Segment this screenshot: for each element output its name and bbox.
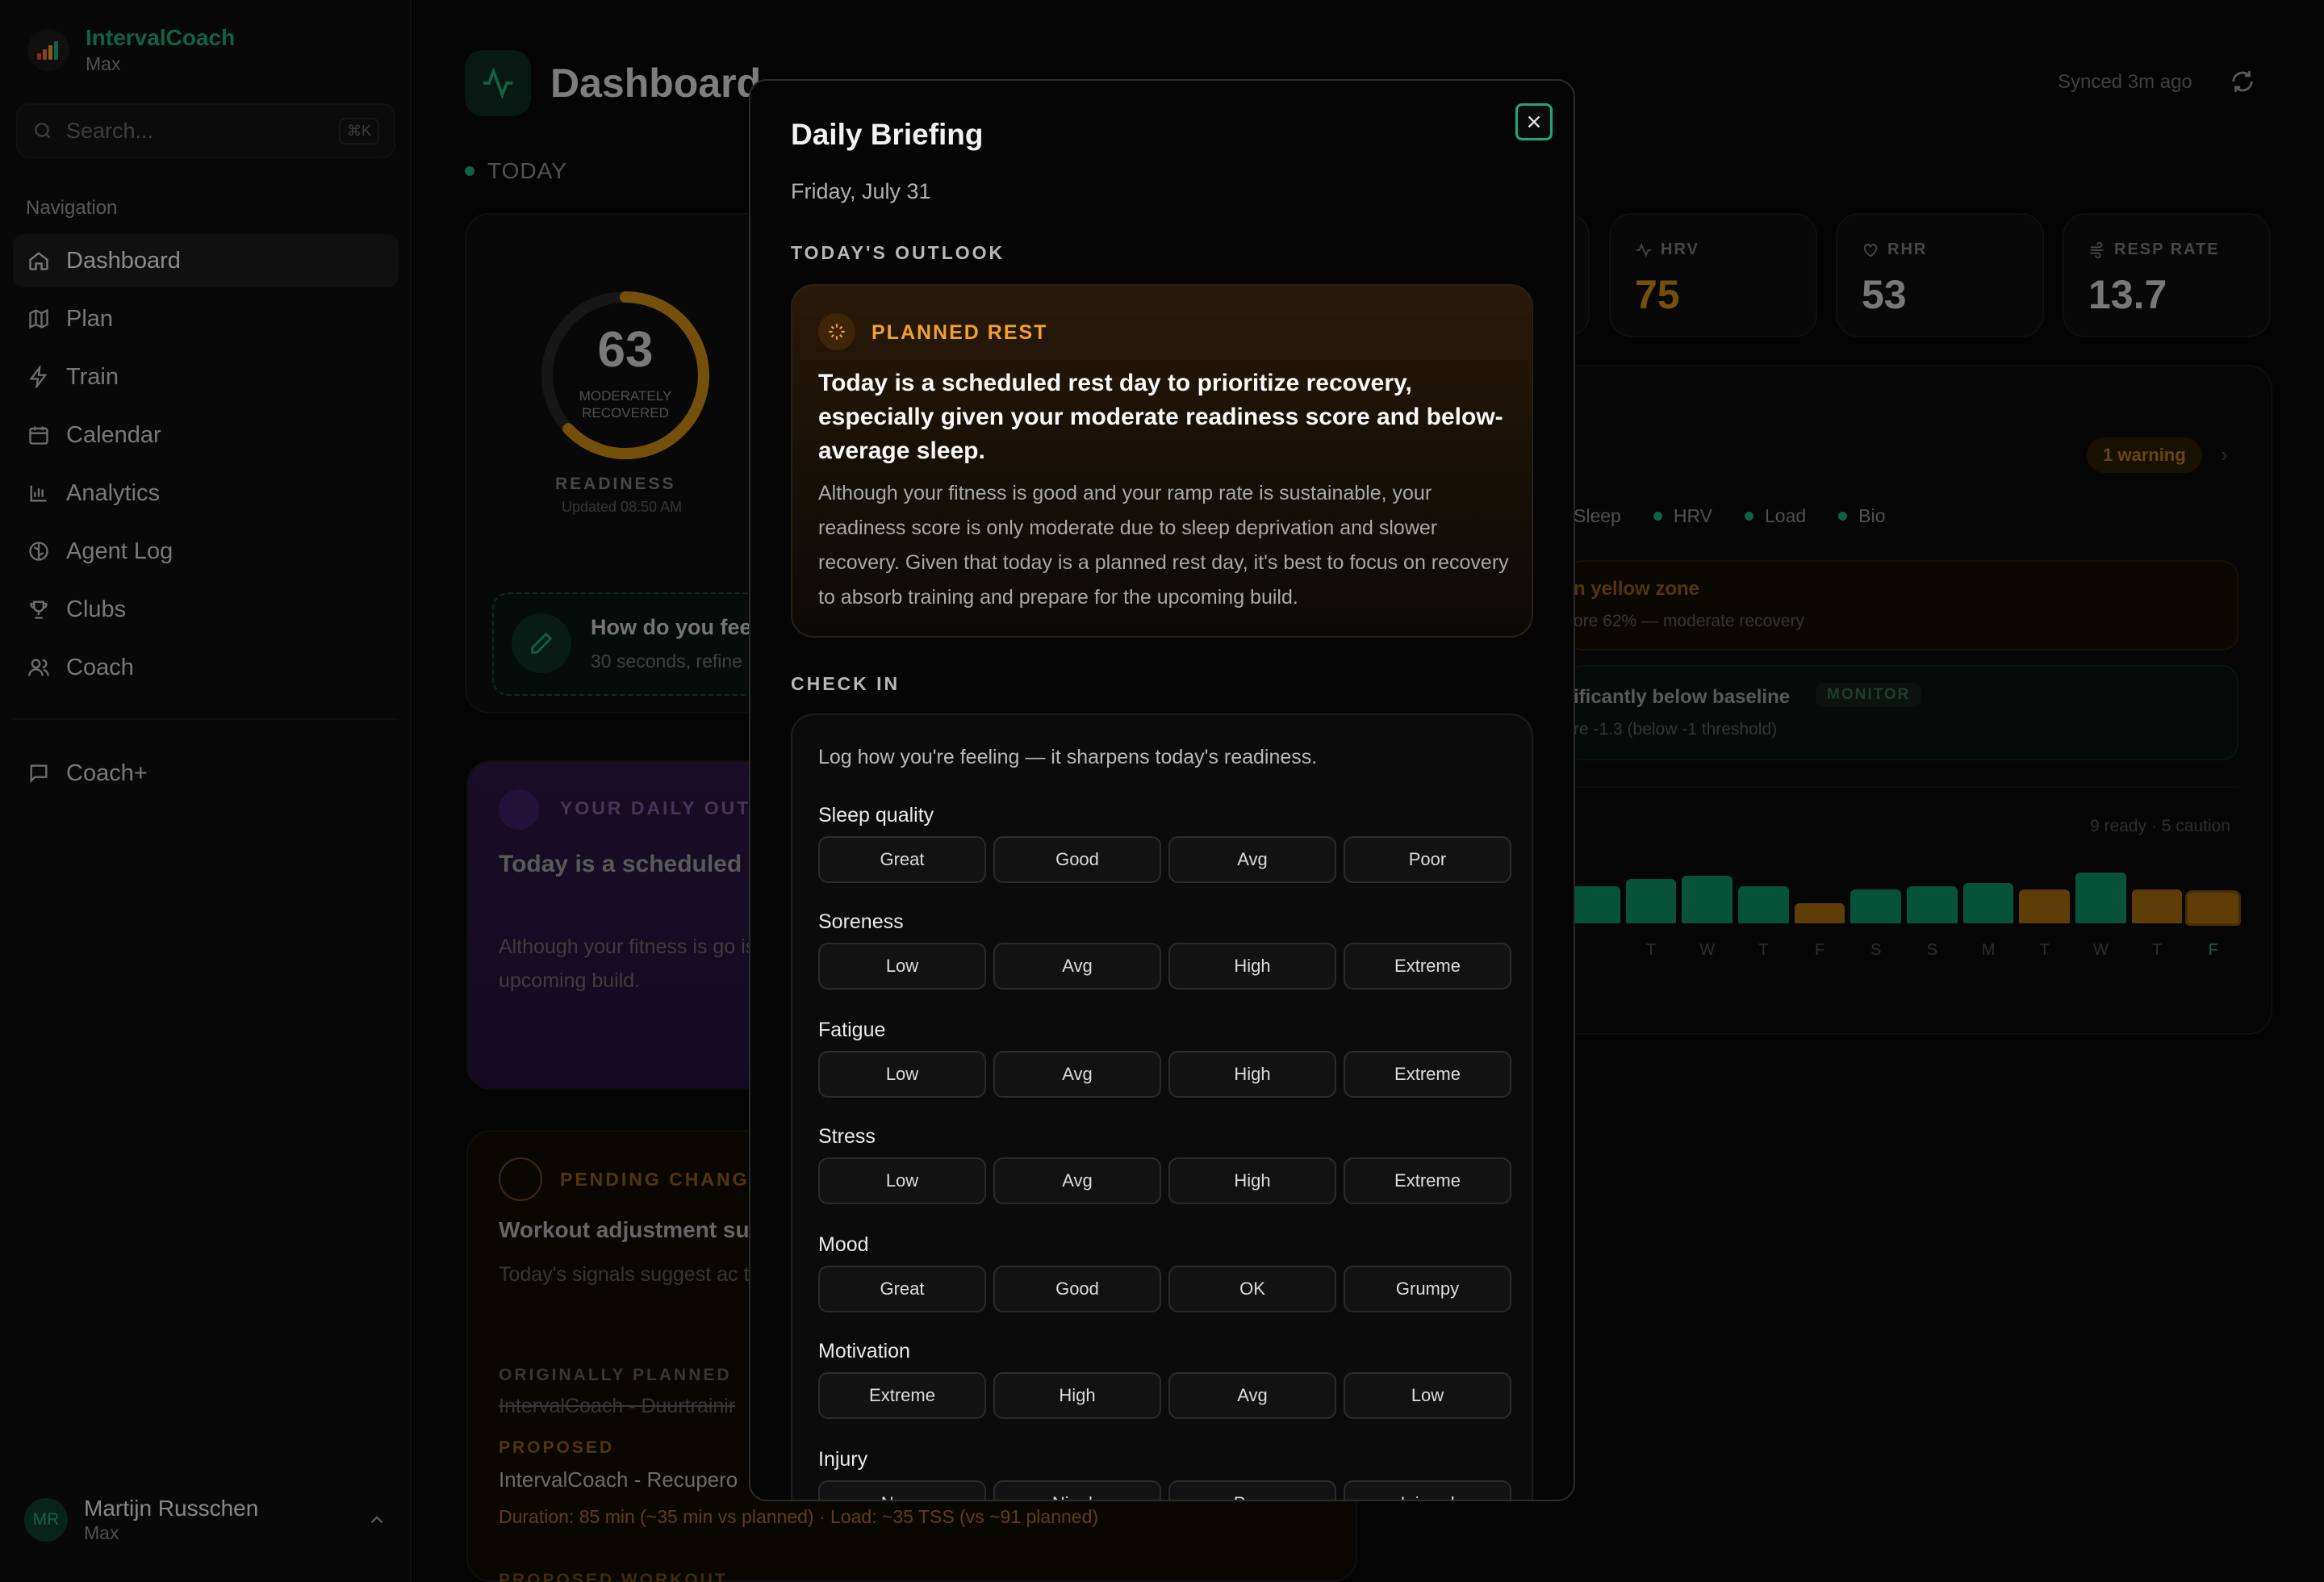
- checkin-intro: Log how you're feeling — it sharpens tod…: [818, 746, 1318, 768]
- option-group: Low Avg High Extreme: [818, 943, 1512, 990]
- option-button[interactable]: Avg: [1168, 836, 1336, 883]
- question-label: Fatigue: [818, 1019, 886, 1041]
- option-group: Low Avg High Extreme: [818, 1051, 1512, 1098]
- option-button[interactable]: Low: [818, 1157, 986, 1204]
- option-group: None Niggle Poor Injured: [818, 1480, 1512, 1500]
- option-group: Great Good Avg Poor: [818, 836, 1512, 883]
- outlook-heading: TODAY'S OUTLOOK: [791, 242, 1005, 263]
- question-stress: Stress Low Avg High Extreme: [818, 1125, 1512, 1204]
- option-button[interactable]: Extreme: [818, 1372, 986, 1419]
- option-button[interactable]: Poor: [1344, 836, 1511, 883]
- option-button[interactable]: Good: [993, 1266, 1161, 1312]
- option-button[interactable]: Niggle: [993, 1480, 1161, 1500]
- daily-briefing-modal: Daily Briefing Friday, July 31 TODAY'S O…: [749, 79, 1575, 1501]
- option-button[interactable]: Poor: [1168, 1480, 1336, 1500]
- modal-date: Friday, July 31: [791, 179, 931, 203]
- question-sleep-quality: Sleep quality Great Good Avg Poor: [818, 804, 1512, 883]
- option-button[interactable]: Grumpy: [1344, 1266, 1511, 1312]
- question-label: Sleep quality: [818, 804, 934, 827]
- checkin-card: Log how you're feeling — it sharpens tod…: [791, 714, 1533, 1500]
- option-button[interactable]: Injured: [1344, 1480, 1511, 1500]
- question-mood: Mood Great Good OK Grumpy: [818, 1233, 1512, 1312]
- question-label: Injury: [818, 1448, 868, 1471]
- option-button[interactable]: Low: [818, 1051, 986, 1098]
- option-button[interactable]: None: [818, 1480, 986, 1500]
- option-button[interactable]: Low: [1344, 1372, 1511, 1419]
- question-fatigue: Fatigue Low Avg High Extreme: [818, 1019, 1512, 1098]
- modal-title: Daily Briefing: [791, 118, 984, 151]
- option-button[interactable]: Avg: [1168, 1372, 1336, 1419]
- sparkle-icon: [818, 313, 855, 350]
- question-label: Stress: [818, 1125, 876, 1148]
- option-button[interactable]: High: [993, 1372, 1161, 1419]
- outlook-card: PLANNED REST Today is a scheduled rest d…: [791, 284, 1533, 638]
- option-button[interactable]: Extreme: [1344, 943, 1511, 990]
- option-button[interactable]: OK: [1168, 1266, 1336, 1312]
- checkin-heading: CHECK IN: [791, 673, 901, 694]
- outlook-title: Today is a scheduled rest day to priorit…: [818, 370, 1503, 464]
- option-button[interactable]: High: [1168, 943, 1336, 990]
- question-label: Motivation: [818, 1340, 910, 1362]
- question-injury: Injury None Niggle Poor Injured: [818, 1448, 1512, 1500]
- option-button[interactable]: High: [1168, 1051, 1336, 1098]
- question-label: Mood: [818, 1233, 869, 1256]
- option-button[interactable]: Avg: [993, 1051, 1161, 1098]
- question-motivation: Motivation Extreme High Avg Low: [818, 1340, 1512, 1419]
- option-button[interactable]: Great: [818, 1266, 986, 1312]
- close-icon: [1528, 115, 1540, 128]
- option-button[interactable]: High: [1168, 1157, 1336, 1204]
- outlook-body: Although your fitness is good and your r…: [818, 482, 1509, 609]
- option-button[interactable]: Good: [993, 836, 1161, 883]
- option-button[interactable]: Avg: [993, 1157, 1161, 1204]
- option-button[interactable]: Avg: [993, 943, 1161, 990]
- option-group: Extreme High Avg Low: [818, 1372, 1512, 1419]
- option-button[interactable]: Great: [818, 836, 986, 883]
- outlook-tag: PLANNED REST: [872, 321, 1048, 344]
- option-button[interactable]: Extreme: [1344, 1051, 1511, 1098]
- close-button[interactable]: [1515, 103, 1553, 140]
- option-button[interactable]: Extreme: [1344, 1157, 1511, 1204]
- question-soreness: Soreness Low Avg High Extreme: [818, 910, 1512, 990]
- option-group: Low Avg High Extreme: [818, 1157, 1512, 1204]
- option-button[interactable]: Low: [818, 943, 986, 990]
- question-label: Soreness: [818, 910, 904, 933]
- option-group: Great Good OK Grumpy: [818, 1266, 1512, 1312]
